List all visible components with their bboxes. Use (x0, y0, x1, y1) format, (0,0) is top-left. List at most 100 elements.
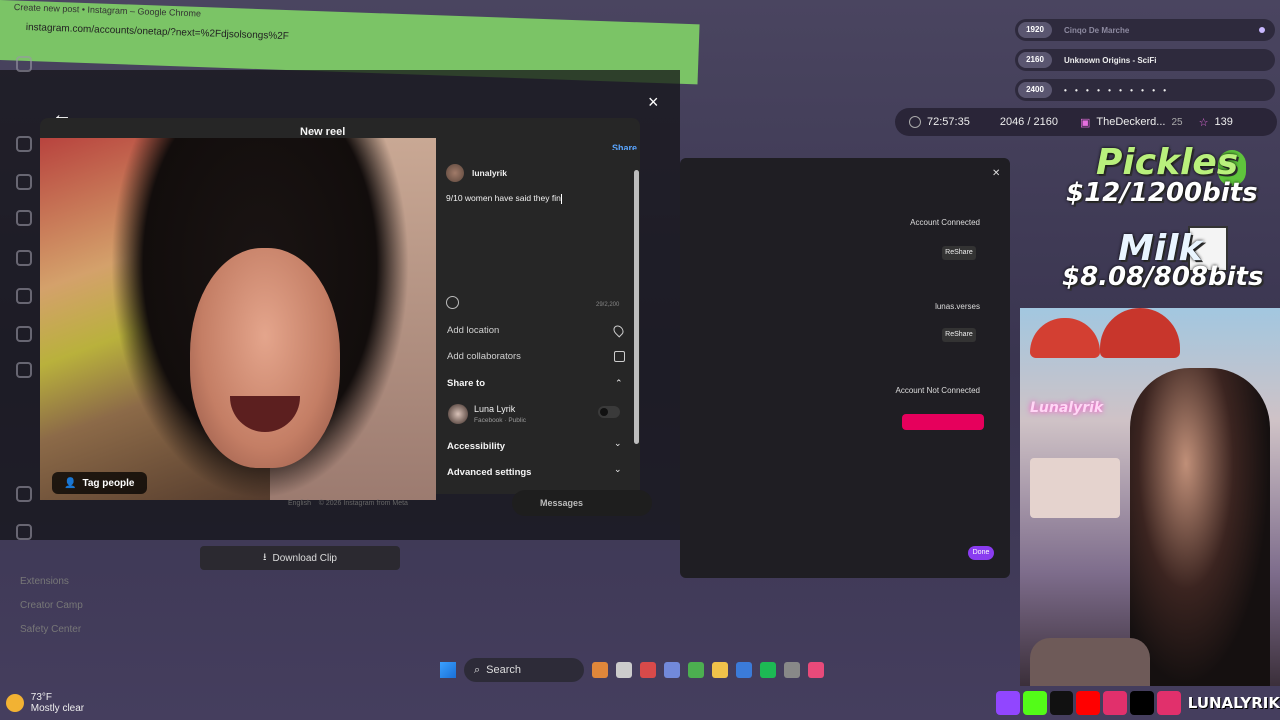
menu-icon[interactable] (16, 486, 32, 502)
taskbar-search-label: Search (486, 664, 522, 676)
share-to-header[interactable]: Share to (447, 378, 485, 389)
chevron-down-icon[interactable]: ⌄ (614, 438, 622, 449)
explore-icon[interactable] (16, 210, 32, 226)
username: lunalyrik (472, 168, 507, 178)
instagram-icon (1103, 691, 1128, 715)
done-button[interactable]: Done (968, 546, 994, 560)
queue-item: 2160 Unknown Origins - SciFi (1015, 49, 1275, 71)
text-caret (560, 193, 562, 204)
stream-timer: 72:57:35 (927, 116, 970, 128)
x-icon (1130, 691, 1154, 715)
download-clip-label: Download Clip (272, 552, 337, 564)
goal-milk-amount: $8.08/808bits (1062, 262, 1264, 292)
share-to-facebook-toggle[interactable] (598, 406, 620, 418)
queue-item: 2400 • • • • • • • • • • (1015, 79, 1275, 101)
weather-condition: Mostly clear (30, 703, 85, 714)
edge-icon[interactable] (736, 662, 752, 678)
language-select[interactable]: English (288, 500, 311, 507)
taskbar-search[interactable]: ⌕ Search (464, 658, 584, 682)
account-not-connected-label: Account Not Connected (895, 386, 981, 395)
shelf (1030, 458, 1120, 518)
obs-icon[interactable] (640, 662, 656, 678)
add-location-row[interactable]: Add location (447, 325, 499, 336)
chrome-icon[interactable] (688, 662, 704, 678)
also-from-meta-icon[interactable] (16, 524, 32, 540)
sub-count: 2046 / 2160 (999, 116, 1058, 128)
add-collaborators-row[interactable]: Add collaborators (447, 351, 521, 362)
reel-video-preview[interactable] (40, 138, 436, 500)
scrollbar[interactable] (634, 170, 639, 444)
instagram-footer: English © 2026 Instagram from Meta (288, 500, 408, 507)
download-icon: ⭳ (263, 551, 267, 563)
file-explorer-icon[interactable] (712, 662, 728, 678)
video-face (190, 248, 340, 468)
youtube-icon (1076, 691, 1101, 715)
facebook-avatar (448, 404, 468, 424)
close-icon[interactable]: ✕ (992, 168, 1000, 179)
search-icon: ⌕ (474, 663, 481, 676)
queue-number: 1920 (1018, 22, 1052, 38)
instagram-taskbar-icon[interactable] (808, 662, 824, 678)
create-icon[interactable] (16, 326, 32, 342)
spotify-icon[interactable] (760, 662, 776, 678)
kick-icon (1022, 691, 1047, 715)
notifications-icon[interactable] (16, 288, 32, 304)
queue-number: 2400 (1018, 82, 1052, 98)
side-menu: Extensions Creator Camp Safety Center (20, 570, 83, 642)
tag-people-button[interactable]: 👤 Tag people (52, 472, 147, 494)
taskbar-app-icon-2[interactable] (784, 662, 800, 678)
menu-creator-camp[interactable]: Creator Camp (20, 594, 83, 618)
home-icon[interactable] (16, 136, 32, 152)
latest-follower: TheDeckerd... (1096, 116, 1166, 128)
windows-start-icon[interactable] (440, 662, 456, 678)
queue-progress-dots: • • • • • • • • • • (1064, 85, 1170, 95)
facebook-account-name: Luna Lyrik (474, 404, 516, 414)
weather-widget[interactable]: 73°F Mostly clear (6, 692, 84, 714)
character-count: 29/2,200 (596, 302, 620, 308)
temperature: 73°F (30, 692, 53, 703)
instagram-logo-icon[interactable] (16, 56, 32, 72)
follower-count: 25 (1171, 116, 1183, 128)
goal-pickles-name: Pickles (1096, 142, 1239, 183)
facebook-visibility: Facebook · Public (474, 417, 527, 424)
menu-extensions[interactable]: Extensions (20, 570, 83, 594)
neon-sign: Lunalyrik (1030, 400, 1104, 416)
instagram-sidebar (0, 40, 40, 560)
messages-button[interactable]: Messages (512, 490, 652, 516)
tiktok-icon (1049, 691, 1074, 715)
download-clip-button[interactable]: ⭳ Download Clip (200, 546, 400, 570)
goal-pickles-amount: $12/1200bits (1066, 178, 1258, 208)
socials-bar: LUNALYRIK (996, 688, 1280, 718)
chevron-up-icon[interactable]: ⌃ (615, 378, 623, 389)
person-icon: 👤 (64, 477, 77, 489)
queue-title: Unknown Origins - SciFi (1064, 55, 1157, 65)
caption-text: 9/10 women have said they fin (446, 193, 561, 203)
streamer (1130, 368, 1270, 686)
keyboard-hands (1030, 638, 1150, 686)
connect-button[interactable] (902, 414, 984, 430)
menu-safety-center[interactable]: Safety Center (20, 618, 83, 642)
twitch-icon (996, 691, 1020, 715)
reshare-button-2[interactable]: ReShare (942, 328, 976, 342)
caption-input[interactable]: 9/10 women have said they fin (446, 193, 562, 204)
account-connected-label: Account Connected (910, 218, 980, 227)
queue-dot (1259, 27, 1265, 33)
search-icon[interactable] (16, 250, 32, 266)
close-modal-icon[interactable]: × (648, 92, 659, 113)
taskbar-app-icon[interactable] (592, 662, 608, 678)
dashboard-icon[interactable] (16, 362, 32, 378)
instagram-icon-2 (1156, 691, 1181, 715)
chevron-down-icon-2[interactable]: ⌄ (614, 464, 622, 475)
reshare-button[interactable]: ReShare (942, 246, 976, 260)
queue-title: Cinqo De Marche (1064, 25, 1130, 35)
weather-icon (6, 694, 24, 712)
star-count: 139 (1214, 116, 1233, 128)
task-view-icon[interactable] (616, 662, 632, 678)
reels-icon[interactable] (16, 174, 32, 190)
emoji-icon[interactable] (446, 296, 459, 309)
modal-title: New reel (300, 126, 346, 138)
accessibility-row[interactable]: Accessibility (447, 441, 505, 452)
discord-icon[interactable] (664, 662, 680, 678)
collaborators-icon (614, 351, 625, 362)
advanced-settings-row[interactable]: Advanced settings (447, 467, 531, 478)
